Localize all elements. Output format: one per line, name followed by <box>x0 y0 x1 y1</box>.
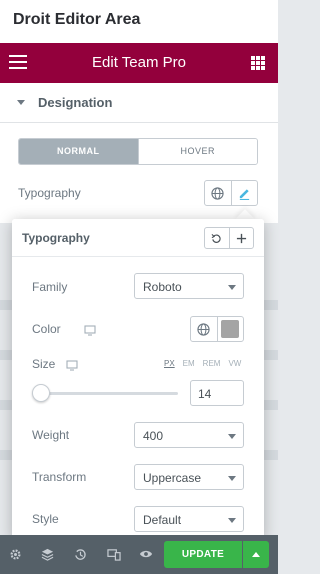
popover-header: Typography <box>12 219 264 257</box>
add-icon[interactable] <box>228 228 254 248</box>
size-input[interactable]: 14 <box>190 380 244 406</box>
caret-up-icon <box>252 552 260 557</box>
popover-title: Typography <box>22 231 90 245</box>
family-value: Roboto <box>143 280 182 294</box>
color-swatch <box>221 320 240 338</box>
preview-eye-icon[interactable] <box>139 547 153 561</box>
weight-label: Weight <box>32 428 70 442</box>
style-select[interactable]: Default <box>134 506 244 532</box>
unit-em[interactable]: EM <box>183 359 195 368</box>
update-button[interactable]: UPDATE <box>164 541 242 568</box>
responsive-icon[interactable] <box>107 547 121 561</box>
typography-controls <box>204 180 258 206</box>
globe-icon[interactable] <box>205 181 231 205</box>
typography-popover: Typography Family Roboto Color Size PX E… <box>12 219 264 540</box>
layers-icon[interactable] <box>40 547 54 561</box>
settings-gear-icon[interactable] <box>8 547 22 561</box>
chevron-down-icon <box>228 476 236 481</box>
desktop-icon[interactable] <box>66 358 78 376</box>
transform-label: Transform <box>32 470 87 484</box>
transform-value: Uppercase <box>143 471 202 485</box>
size-slider-track[interactable] <box>36 392 178 395</box>
color-label: Color <box>32 322 61 336</box>
state-tabs: NORMAL HOVER <box>18 138 258 165</box>
desktop-icon[interactable] <box>84 323 96 341</box>
panel-header: Edit Team Pro <box>0 43 278 83</box>
color-control <box>190 316 244 342</box>
unit-rem[interactable]: REM <box>203 359 221 368</box>
update-options-button[interactable] <box>243 541 269 568</box>
family-select[interactable]: Roboto <box>134 273 244 299</box>
weight-value: 400 <box>143 429 164 443</box>
chevron-down-icon <box>228 434 236 439</box>
reset-icon[interactable] <box>205 228 229 248</box>
weight-select[interactable]: 400 <box>134 422 244 448</box>
color-swatch-button[interactable] <box>216 317 244 341</box>
history-icon[interactable] <box>73 547 87 561</box>
editor-area-titlebar: Droit Editor Area <box>0 0 278 43</box>
size-units: PX EM REM VW <box>164 359 241 368</box>
family-label: Family <box>32 280 68 294</box>
transform-select[interactable]: Uppercase <box>134 464 244 490</box>
tab-normal[interactable]: NORMAL <box>19 139 138 164</box>
unit-vw[interactable]: VW <box>228 359 241 368</box>
panel-title: Edit Team Pro <box>92 54 186 71</box>
style-value: Default <box>143 513 182 527</box>
grid-icon[interactable] <box>251 56 265 70</box>
section-label: Designation <box>38 95 113 110</box>
chevron-down-icon <box>228 518 236 523</box>
tab-hover[interactable]: HOVER <box>137 139 257 164</box>
section-designation[interactable]: Designation <box>0 83 278 123</box>
globe-icon[interactable] <box>191 317 217 341</box>
unit-px[interactable]: PX <box>164 359 175 368</box>
popover-controls <box>204 227 254 249</box>
editor-area-title: Droit Editor Area <box>13 11 141 28</box>
chevron-down-icon <box>228 285 236 290</box>
typography-label: Typography <box>18 186 81 200</box>
style-label: Style <box>32 512 59 526</box>
size-slider-handle[interactable] <box>32 384 50 402</box>
pencil-icon[interactable] <box>230 181 258 205</box>
caret-down-icon <box>17 100 25 105</box>
size-label: Size <box>32 357 56 371</box>
